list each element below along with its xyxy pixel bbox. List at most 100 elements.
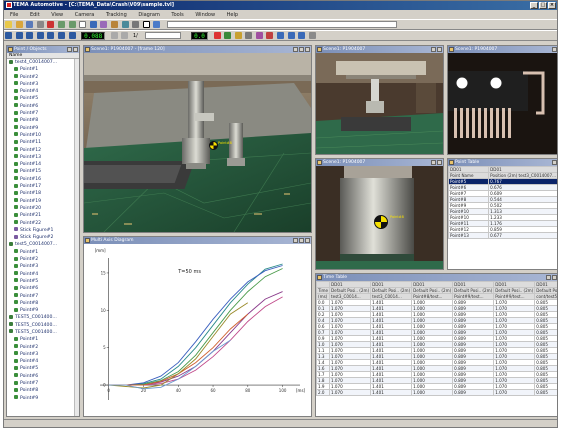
tree-item[interactable]: Point#3: [9, 263, 79, 270]
panel-minimize-icon[interactable]: [431, 160, 436, 165]
stop-icon[interactable]: [36, 32, 44, 39]
panel-close-icon[interactable]: [305, 238, 310, 243]
speed-icon[interactable]: [121, 32, 129, 39]
tree-item[interactable]: Point#21: [9, 212, 79, 219]
tree-item[interactable]: test4_C0014007...: [9, 59, 79, 66]
measure-icon[interactable]: [245, 32, 253, 39]
undo-icon[interactable]: [57, 21, 65, 28]
tree-item[interactable]: TEST5_C001400...: [9, 314, 79, 321]
tree-item[interactable]: TEST5_C001400...: [9, 322, 79, 329]
tree-item[interactable]: Point#13: [9, 154, 79, 161]
menu-file[interactable]: File: [10, 12, 18, 18]
tree-item[interactable]: Point#1: [9, 66, 79, 73]
zoom-icon[interactable]: [100, 21, 108, 28]
new-file-icon[interactable]: [5, 21, 12, 28]
menu-tracking[interactable]: Tracking: [106, 12, 127, 18]
export-icon[interactable]: [308, 32, 316, 39]
first-frame-icon[interactable]: [5, 32, 12, 39]
next-frame-icon[interactable]: [57, 32, 65, 39]
tree-item[interactable]: Stick Figure#2: [9, 234, 79, 241]
table-header-row[interactable]: Time Default Posi.. (2m) Default Posi.. (2…: [316, 287, 557, 294]
tree-item[interactable]: Point#3: [9, 351, 79, 358]
record-icon[interactable]: [213, 32, 221, 39]
panel-minimize-icon[interactable]: [293, 47, 298, 52]
top-camera-view[interactable]: [316, 53, 443, 154]
diagram-plot[interactable]: 0510150 20 40 60 80 100 T=50 ms [mm] [ms]: [84, 244, 311, 416]
tree-item[interactable]: Point#12: [9, 147, 79, 154]
tree-item[interactable]: Point#6: [9, 285, 79, 292]
menu-view[interactable]: View: [51, 12, 63, 18]
panel-minimize-icon[interactable]: [431, 47, 436, 52]
tree-item[interactable]: TEST5_C001400...: [9, 329, 79, 336]
diagram-icon[interactable]: [121, 21, 129, 28]
tree-item[interactable]: test5_C0014007...: [9, 241, 79, 248]
table-header-row[interactable]: (ms) test3_C0014... test3_C0014... Point#8/…: [316, 293, 557, 300]
window-icon[interactable]: [153, 21, 161, 28]
panel-minimize-icon[interactable]: [67, 47, 72, 52]
chart-icon[interactable]: [298, 32, 306, 39]
tree-item[interactable]: Point#16: [9, 176, 79, 183]
tree-item[interactable]: Point#4: [9, 271, 79, 278]
menu-edit[interactable]: Edit: [30, 12, 40, 18]
panel-close-icon[interactable]: [305, 47, 310, 52]
toolbar-field[interactable]: [166, 21, 397, 28]
tree-item[interactable]: Point#8: [9, 387, 79, 394]
delete-icon[interactable]: [47, 21, 55, 28]
tree-item[interactable]: Point#6: [9, 373, 79, 380]
close-button[interactable]: ×: [548, 2, 556, 9]
tracking-marker-icon[interactable]: [374, 215, 388, 229]
tree-item[interactable]: Point#18: [9, 190, 79, 197]
tree-item[interactable]: Point#1: [9, 249, 79, 256]
tree-item[interactable]: Point#17: [9, 183, 79, 190]
tree-item[interactable]: Point#8: [9, 300, 79, 307]
settings-icon[interactable]: [132, 21, 140, 28]
menu-help[interactable]: Help: [227, 12, 238, 18]
tree-item[interactable]: Point#4: [9, 88, 79, 95]
tree-item[interactable]: Point#7: [9, 110, 79, 117]
grid-icon[interactable]: [277, 32, 285, 39]
play-back-icon[interactable]: [26, 32, 34, 39]
tree-item[interactable]: Point#9: [9, 307, 79, 314]
tracking-marker-icon[interactable]: [209, 141, 218, 150]
redo-icon[interactable]: [68, 21, 76, 28]
tree-item[interactable]: Point#10: [9, 132, 79, 139]
table-row[interactable]: Point#13 0.677: [448, 232, 557, 239]
panel-minimize-icon[interactable]: [293, 238, 298, 243]
menu-window[interactable]: Window: [195, 12, 215, 18]
open-folder-icon[interactable]: [15, 21, 23, 28]
prev-frame-icon[interactable]: [15, 32, 23, 39]
minimize-button[interactable]: _: [530, 2, 538, 9]
panel-close-icon[interactable]: [552, 160, 557, 165]
maximize-button[interactable]: □: [539, 2, 547, 9]
loop-icon[interactable]: [110, 32, 118, 39]
menu-diagram[interactable]: Diagram: [138, 12, 159, 18]
tree-item[interactable]: Point#2: [9, 74, 79, 81]
tree-item[interactable]: Point#7: [9, 293, 79, 300]
panel-close-icon[interactable]: [552, 47, 557, 52]
print-icon[interactable]: [36, 21, 44, 28]
tree-item[interactable]: Point#1: [9, 336, 79, 343]
camera-icon[interactable]: [89, 21, 97, 28]
panel-maximize-icon[interactable]: [299, 47, 304, 52]
marker-icon[interactable]: [266, 32, 274, 39]
table-header-row[interactable]: Point Name Position (2m) test3_C0014007..…: [448, 172, 557, 179]
point-icon[interactable]: [234, 32, 242, 39]
panel-close-icon[interactable]: [552, 275, 557, 280]
tree-item[interactable]: Point#3: [9, 81, 79, 88]
panel-maximize-icon[interactable]: [299, 238, 304, 243]
zoom-camera-view[interactable]: [448, 53, 558, 154]
tree-item[interactable]: Point#15: [9, 168, 79, 175]
tree-item[interactable]: Point#5: [9, 365, 79, 372]
main-camera-view[interactable]: [84, 53, 311, 232]
tree-item[interactable]: Stick Figure#1: [9, 227, 79, 234]
tree-item[interactable]: Point#6: [9, 103, 79, 110]
playback-slider[interactable]: [145, 32, 182, 39]
tree-scrollbar[interactable]: [74, 59, 79, 416]
panel-close-icon[interactable]: [437, 160, 442, 165]
tree-item[interactable]: Point#5: [9, 95, 79, 102]
tree-item[interactable]: Point#9: [9, 125, 79, 132]
panel-minimize-icon[interactable]: [546, 275, 551, 280]
tree-item[interactable]: Point#4: [9, 358, 79, 365]
tree-item[interactable]: Point#19: [9, 198, 79, 205]
tree-item[interactable]: Point#9: [9, 395, 79, 402]
